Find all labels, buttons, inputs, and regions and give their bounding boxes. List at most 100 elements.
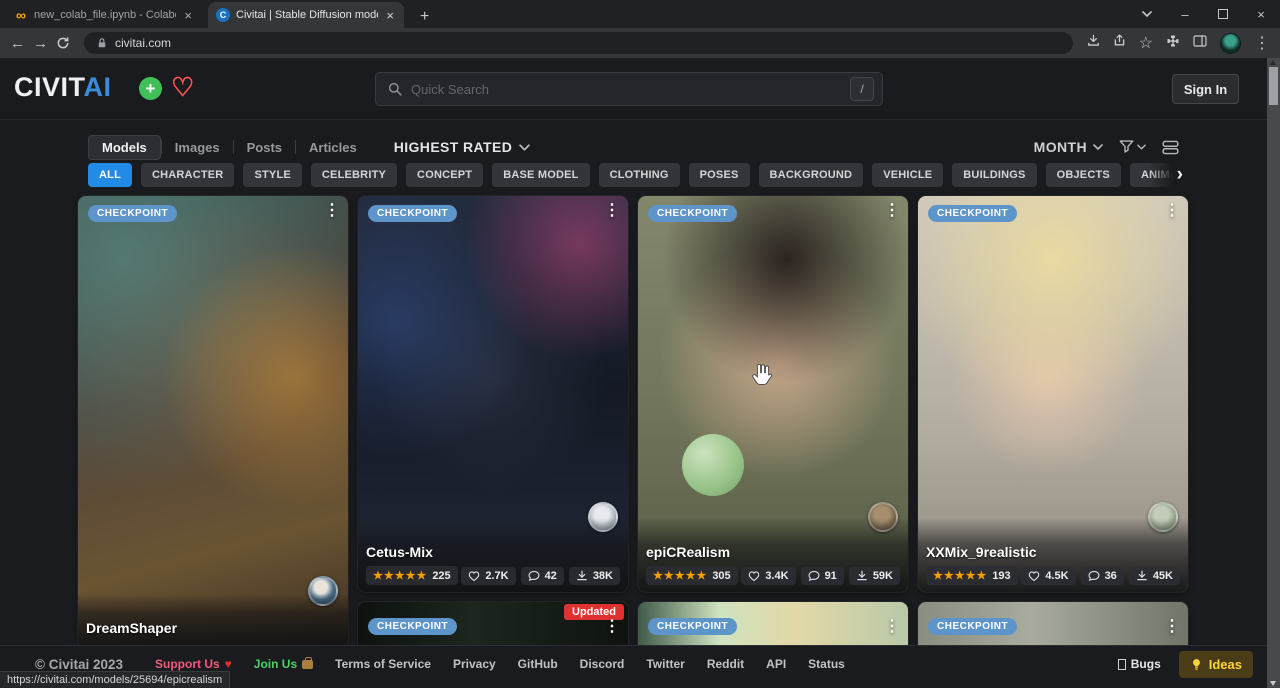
model-card-epicrealism[interactable]: CHECKPOINT ⋮ epiCRealism ★★★★★ 305 3.4K … — [638, 196, 908, 592]
downloads-count: 59K — [873, 570, 893, 582]
likes-count: 3.4K — [765, 570, 788, 582]
category-chip-base-model[interactable]: BASE MODEL — [492, 163, 589, 187]
back-button[interactable]: ← — [10, 36, 25, 51]
checkpoint-badge: CHECKPOINT — [928, 618, 1017, 635]
card-menu-kebab-icon[interactable]: ⋮ — [884, 618, 900, 636]
period-dropdown[interactable]: MONTH — [1034, 139, 1103, 155]
card-menu-kebab-icon[interactable]: ⋮ — [604, 618, 620, 636]
tab-articles[interactable]: Articles — [296, 136, 370, 159]
checkpoint-badge: CHECKPOINT — [648, 205, 737, 222]
scrollbar-up-arrow-icon[interactable] — [1270, 60, 1276, 65]
colab-icon: ∞ — [14, 8, 28, 22]
tab-models[interactable]: Models — [88, 135, 161, 160]
create-plus-button[interactable]: + — [139, 77, 162, 100]
downloads-pill: 59K — [849, 567, 900, 585]
address-bar[interactable]: civitai.com — [84, 32, 1073, 54]
browser-profile-avatar[interactable] — [1220, 33, 1241, 54]
link-status-bar: https://civitai.com/models/25694/epicrea… — [0, 671, 230, 688]
page-scrollbar[interactable] — [1267, 58, 1280, 688]
checkpoint-badge: CHECKPOINT — [88, 205, 177, 222]
heart-icon — [468, 570, 480, 582]
search-shortcut-key: / — [850, 77, 874, 101]
card-stats: ★★★★★ 305 3.4K 91 59K — [646, 566, 900, 585]
ideas-button[interactable]: Ideas — [1179, 651, 1253, 678]
copyright-text: © Civitai 2023 — [35, 657, 123, 672]
close-button[interactable]: × — [1242, 0, 1280, 28]
likes-count: 4.5K — [1045, 570, 1068, 582]
comment-icon — [808, 570, 820, 582]
maximize-button[interactable] — [1204, 0, 1242, 28]
category-chip-objects[interactable]: OBJECTS — [1046, 163, 1121, 187]
star-rating-icon: ★★★★★ — [373, 569, 427, 582]
category-chip-concept[interactable]: CONCEPT — [406, 163, 483, 187]
lightbulb-icon — [1190, 658, 1203, 671]
model-card-cetus-mix[interactable]: CHECKPOINT ⋮ Cetus-Mix ★★★★★ 225 2.7K 42… — [358, 196, 628, 592]
footer-link-discord[interactable]: Discord — [580, 657, 625, 671]
share-icon[interactable] — [1113, 34, 1126, 52]
tab-close-icon[interactable]: × — [182, 8, 194, 23]
card-menu-kebab-icon[interactable]: ⋮ — [324, 202, 340, 220]
forward-button[interactable]: → — [33, 36, 48, 51]
browser-menu-kebab-icon[interactable]: ⋮ — [1254, 33, 1270, 53]
sign-in-button[interactable]: Sign In — [1172, 74, 1239, 104]
support-heart-icon[interactable]: ♡ — [171, 72, 194, 103]
new-tab-button[interactable]: + — [414, 8, 435, 28]
category-chip-buildings[interactable]: BUILDINGS — [952, 163, 1036, 187]
bookmark-star-icon[interactable]: ☆ — [1139, 33, 1153, 53]
footer-link-privacy[interactable]: Privacy — [453, 657, 496, 671]
footer-link-twitter[interactable]: Twitter — [646, 657, 684, 671]
scrollbar-down-arrow-icon[interactable] — [1270, 681, 1276, 686]
category-chip-style[interactable]: STYLE — [243, 163, 301, 187]
window-menu-chevron-icon[interactable] — [1128, 0, 1166, 28]
window-controls: – × — [1128, 0, 1280, 28]
filter-dropdown[interactable] — [1119, 140, 1146, 154]
card-menu-kebab-icon[interactable]: ⋮ — [1164, 202, 1180, 220]
footer-link-terms[interactable]: Terms of Service — [335, 657, 431, 671]
reload-button[interactable] — [56, 36, 70, 50]
footer-link-support-us[interactable]: Support Us♥ — [155, 657, 232, 671]
category-chip-clothing[interactable]: CLOTHING — [599, 163, 680, 187]
browser-tab-strip: ∞ new_colab_file.ipynb - Colaborat × C C… — [0, 0, 1280, 28]
model-card-dreamshaper[interactable]: CHECKPOINT ⋮ DreamShaper — [78, 196, 348, 648]
quick-search-bar[interactable]: / — [375, 72, 883, 106]
card-menu-kebab-icon[interactable]: ⋮ — [604, 202, 620, 220]
extensions-puzzle-icon[interactable] — [1166, 34, 1180, 53]
tab-close-icon[interactable]: × — [384, 8, 396, 23]
search-input[interactable] — [411, 82, 841, 97]
category-chip-all[interactable]: ALL — [88, 163, 132, 187]
card-menu-kebab-icon[interactable]: ⋮ — [1164, 618, 1180, 636]
civitai-favicon-icon: C — [216, 8, 230, 22]
funnel-icon — [1119, 140, 1134, 154]
civitai-logo[interactable]: CIVITAI — [14, 74, 112, 101]
footer-link-join-us[interactable]: Join Us — [254, 657, 313, 671]
category-chip-character[interactable]: CHARACTER — [141, 163, 234, 187]
minimize-button[interactable]: – — [1166, 0, 1204, 28]
sort-dropdown[interactable]: HIGHEST RATED — [394, 139, 531, 155]
tab-posts[interactable]: Posts — [234, 136, 295, 159]
category-chip-poses[interactable]: POSES — [689, 163, 750, 187]
footer-link-api[interactable]: API — [766, 657, 786, 671]
card-menu-kebab-icon[interactable]: ⋮ — [884, 202, 900, 220]
category-chip-background[interactable]: BACKGROUND — [759, 163, 864, 187]
categories-scroll-right-button[interactable]: › — [1149, 162, 1183, 188]
rating-pill: ★★★★★ 225 — [366, 566, 458, 585]
card-info: epiCRealism ★★★★★ 305 3.4K 91 59K — [638, 518, 908, 592]
browser-tab-colab[interactable]: ∞ new_colab_file.ipynb - Colaborat × — [6, 2, 202, 28]
rating-pill: ★★★★★ 193 — [926, 566, 1018, 585]
footer-link-reddit[interactable]: Reddit — [707, 657, 744, 671]
model-card-xxmix-9realistic[interactable]: CHECKPOINT ⋮ XXMix_9realistic ★★★★★ 193 … — [918, 196, 1188, 592]
category-chip-vehicle[interactable]: VEHICLE — [872, 163, 943, 187]
rating-pill: ★★★★★ 305 — [646, 566, 738, 585]
downloads-icon[interactable] — [1087, 34, 1100, 52]
star-rating-icon: ★★★★★ — [933, 569, 987, 582]
category-chip-celebrity[interactable]: CELEBRITY — [311, 163, 397, 187]
footer-link-status[interactable]: Status — [808, 657, 845, 671]
tab-images[interactable]: Images — [162, 136, 233, 159]
side-panel-icon[interactable] — [1193, 34, 1207, 52]
footer-link-github[interactable]: GitHub — [518, 657, 558, 671]
category-filter-row: ALL CHARACTER STYLE CELEBRITY CONCEPT BA… — [88, 163, 1180, 188]
scrollbar-thumb[interactable] — [1269, 67, 1278, 105]
bugs-button[interactable]: Bugs — [1118, 657, 1161, 671]
browser-tab-civitai[interactable]: C Civitai | Stable Diffusion models, × — [208, 2, 404, 28]
card-layout-toggle[interactable] — [1162, 140, 1179, 155]
